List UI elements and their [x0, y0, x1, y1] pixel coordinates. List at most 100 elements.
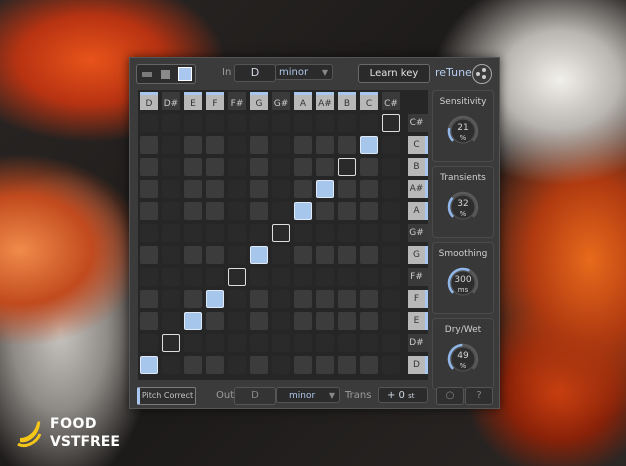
- transpose-field[interactable]: + 0 st: [378, 387, 428, 403]
- grid-cell[interactable]: [206, 224, 224, 242]
- grid-cell[interactable]: [360, 224, 378, 242]
- grid-cell[interactable]: [338, 268, 356, 286]
- grid-cell[interactable]: [250, 202, 268, 220]
- grid-cell[interactable]: [382, 334, 400, 352]
- grid-cell[interactable]: [338, 114, 356, 132]
- column-note-b[interactable]: B: [338, 92, 356, 110]
- grid-cell[interactable]: [272, 312, 290, 330]
- column-note-gsharp[interactable]: G#: [272, 92, 290, 110]
- grid-cell[interactable]: [360, 136, 378, 154]
- output-mode-select[interactable]: minor ▼: [276, 387, 340, 403]
- grid-cell[interactable]: [162, 202, 180, 220]
- grid-cell[interactable]: [140, 224, 158, 242]
- settings-button[interactable]: ○: [436, 387, 464, 405]
- grid-cell[interactable]: [338, 312, 356, 330]
- knob-dial[interactable]: 49%: [447, 343, 479, 375]
- grid-cell[interactable]: [294, 136, 312, 154]
- grid-cell[interactable]: [294, 246, 312, 264]
- grid-cell[interactable]: [228, 114, 246, 132]
- grid-cell[interactable]: [316, 136, 334, 154]
- grid-cell[interactable]: [316, 158, 334, 176]
- grid-cell[interactable]: [338, 202, 356, 220]
- grid-cell[interactable]: [184, 136, 202, 154]
- learn-key-button[interactable]: Learn key: [358, 64, 430, 83]
- grid-cell[interactable]: [228, 334, 246, 352]
- grid-cell[interactable]: [250, 180, 268, 198]
- grid-cell[interactable]: [382, 312, 400, 330]
- column-note-e[interactable]: E: [184, 92, 202, 110]
- grid-cell[interactable]: [206, 246, 224, 264]
- grid-cell[interactable]: [360, 290, 378, 308]
- grid-cell[interactable]: [272, 356, 290, 374]
- grid-cell[interactable]: [338, 246, 356, 264]
- grid-cell[interactable]: [184, 224, 202, 242]
- grid-cell[interactable]: [228, 224, 246, 242]
- grid-cell[interactable]: [184, 268, 202, 286]
- grid-cell[interactable]: [250, 312, 268, 330]
- grid-cell[interactable]: [316, 114, 334, 132]
- grid-cell[interactable]: [250, 158, 268, 176]
- grid-cell[interactable]: [316, 246, 334, 264]
- column-note-csharp[interactable]: C#: [382, 92, 400, 110]
- grid-cell[interactable]: [162, 114, 180, 132]
- grid-cell[interactable]: [316, 334, 334, 352]
- grid-cell[interactable]: [162, 180, 180, 198]
- grid-cell[interactable]: [206, 290, 224, 308]
- grid-cell[interactable]: [206, 114, 224, 132]
- knob-dial[interactable]: 32%: [447, 191, 479, 223]
- grid-cell[interactable]: [360, 268, 378, 286]
- grid-cell[interactable]: [206, 334, 224, 352]
- grid-cell[interactable]: [206, 268, 224, 286]
- grid-cell[interactable]: [272, 180, 290, 198]
- grid-cell[interactable]: [294, 334, 312, 352]
- grid-cell[interactable]: [272, 224, 290, 242]
- input-mode-select[interactable]: minor ▼: [275, 64, 333, 80]
- column-note-asharp[interactable]: A#: [316, 92, 334, 110]
- row-note-f[interactable]: F: [408, 290, 428, 308]
- grid-cell[interactable]: [162, 136, 180, 154]
- grid-cell[interactable]: [360, 356, 378, 374]
- grid-cell[interactable]: [250, 114, 268, 132]
- row-note-b[interactable]: B: [408, 158, 428, 176]
- knob-dial[interactable]: 21%: [447, 115, 479, 147]
- grid-cell[interactable]: [294, 202, 312, 220]
- column-note-f[interactable]: F: [206, 92, 224, 110]
- grid-cell[interactable]: [272, 290, 290, 308]
- grid-cell[interactable]: [228, 136, 246, 154]
- column-note-fsharp[interactable]: F#: [228, 92, 246, 110]
- grid-cell[interactable]: [382, 180, 400, 198]
- grid-cell[interactable]: [206, 202, 224, 220]
- view-compact-button[interactable]: [137, 65, 156, 83]
- row-note-c[interactable]: C: [408, 136, 428, 154]
- grid-cell[interactable]: [140, 334, 158, 352]
- grid-cell[interactable]: [294, 158, 312, 176]
- grid-cell[interactable]: [184, 114, 202, 132]
- grid-cell[interactable]: [382, 356, 400, 374]
- grid-cell[interactable]: [272, 114, 290, 132]
- grid-cell[interactable]: [316, 180, 334, 198]
- grid-cell[interactable]: [184, 356, 202, 374]
- grid-cell[interactable]: [316, 290, 334, 308]
- grid-cell[interactable]: [250, 246, 268, 264]
- grid-cell[interactable]: [228, 246, 246, 264]
- output-key-select[interactable]: D: [234, 387, 276, 405]
- input-key-select[interactable]: D: [234, 64, 276, 82]
- grid-cell[interactable]: [206, 312, 224, 330]
- grid-cell[interactable]: [272, 202, 290, 220]
- grid-cell[interactable]: [140, 180, 158, 198]
- grid-cell[interactable]: [228, 158, 246, 176]
- grid-cell[interactable]: [184, 312, 202, 330]
- grid-cell[interactable]: [382, 268, 400, 286]
- grid-cell[interactable]: [184, 246, 202, 264]
- row-note-g[interactable]: G: [408, 246, 428, 264]
- grid-cell[interactable]: [140, 312, 158, 330]
- view-full-button[interactable]: [176, 65, 195, 83]
- grid-cell[interactable]: [228, 356, 246, 374]
- grid-cell[interactable]: [272, 136, 290, 154]
- grid-cell[interactable]: [272, 246, 290, 264]
- row-note-gsharp[interactable]: G#: [408, 224, 428, 242]
- grid-cell[interactable]: [162, 290, 180, 308]
- grid-cell[interactable]: [250, 356, 268, 374]
- grid-cell[interactable]: [250, 334, 268, 352]
- grid-cell[interactable]: [140, 246, 158, 264]
